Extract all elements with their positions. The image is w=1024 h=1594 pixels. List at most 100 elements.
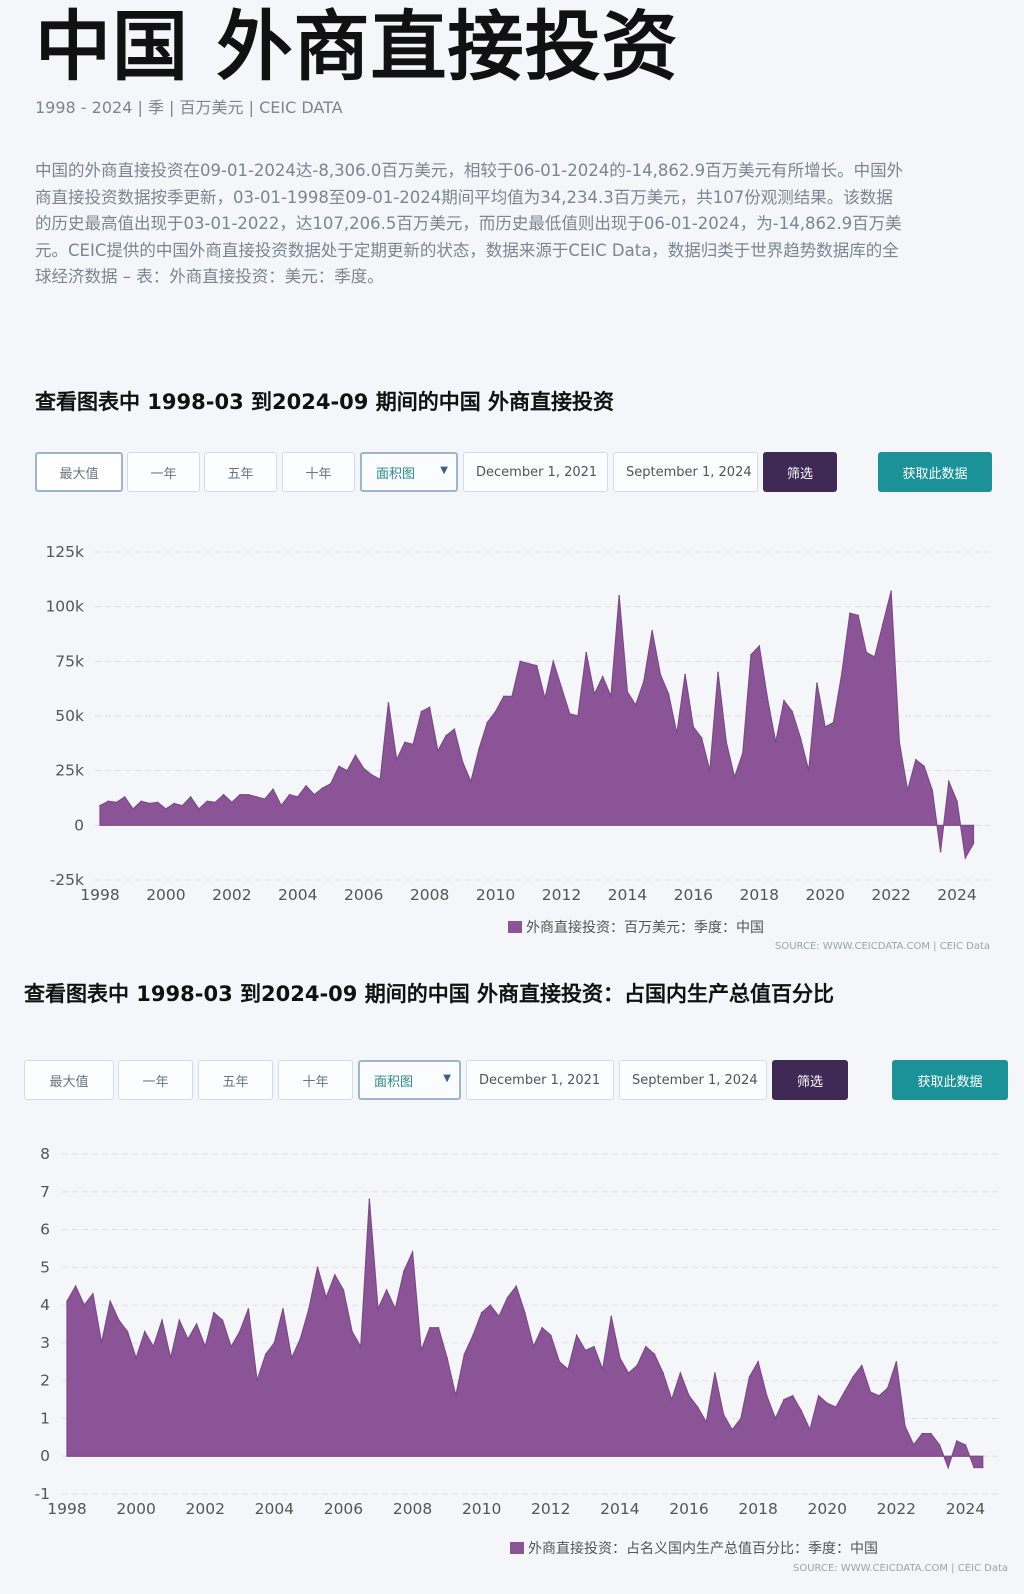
data-point — [156, 801, 159, 804]
chart2-range-max-button[interactable]: 最大值 — [24, 1060, 114, 1100]
data-point — [169, 1357, 172, 1359]
data-point — [740, 1417, 742, 1420]
data-point — [636, 1364, 638, 1367]
chart1-range-max-button[interactable]: 最大值 — [35, 452, 123, 492]
data-point — [895, 1360, 898, 1363]
chart1-range-10y-button[interactable]: 十年 — [282, 452, 355, 492]
data-point — [214, 801, 217, 804]
data-point — [643, 680, 645, 682]
data-point — [74, 1285, 77, 1288]
data-point — [66, 1300, 68, 1303]
x-tick-label: 2014 — [608, 886, 647, 904]
x-tick-label: 2004 — [255, 1500, 294, 1518]
data-point — [717, 671, 719, 674]
data-point — [807, 769, 810, 772]
data-point — [420, 1349, 422, 1352]
data-point — [981, 1466, 984, 1469]
chart2-start-date-input[interactable]: December 1, 2021 — [466, 1060, 614, 1100]
y-tick-label: 6 — [40, 1221, 50, 1239]
data-point — [92, 1292, 94, 1295]
chart1-svg: 125k 100k 75k 50k 25k 0 -25k1998 2000 2002 2004 20… — [45, 543, 990, 952]
y-tick-label: 8 — [40, 1145, 50, 1163]
data-point — [684, 673, 686, 676]
data-point — [161, 1319, 163, 1322]
data-point — [939, 850, 942, 853]
data-point — [915, 758, 917, 761]
y-tick-label: -25k — [50, 871, 84, 889]
x-tick-label: 2016 — [674, 886, 713, 904]
data-point — [454, 1394, 457, 1397]
x-tick-label: 1998 — [80, 886, 119, 904]
data-point — [930, 1432, 932, 1435]
chart2-range-5y-button[interactable]: 五年 — [198, 1060, 273, 1100]
chart2-end-date-input[interactable]: September 1, 2024 — [619, 1060, 767, 1100]
chart2-range-1y-button[interactable]: 一年 — [118, 1060, 193, 1100]
data-point — [338, 765, 340, 768]
chart1-end-date-input[interactable]: September 1, 2024 — [613, 452, 758, 492]
x-tick-label: 2006 — [324, 1500, 363, 1518]
data-point — [463, 1353, 466, 1356]
chart2-get-data-button[interactable]: 获取此数据 — [892, 1060, 1008, 1100]
data-point — [700, 737, 703, 739]
data-point — [437, 1326, 440, 1329]
data-point — [132, 808, 134, 810]
x-tick-label: 2010 — [462, 1500, 501, 1518]
chart1-range-1y-button[interactable]: 一年 — [127, 452, 200, 492]
data-point — [653, 1353, 656, 1356]
chart1-controls: 最大值 一年 五年 十年 面积图 ▼ December 1, 2021 Sept… — [0, 452, 1024, 494]
data-point — [956, 800, 958, 803]
data-point — [766, 697, 769, 700]
data-point — [313, 793, 316, 796]
data-point — [354, 754, 357, 757]
y-tick-label: 50k — [55, 707, 84, 725]
data-point — [670, 1398, 673, 1401]
data-point — [799, 737, 802, 739]
data-point — [558, 1360, 561, 1363]
chart1-get-data-button[interactable]: 获取此数据 — [878, 452, 992, 492]
x-tick-label: 2000 — [146, 886, 185, 904]
data-point — [618, 594, 620, 597]
data-point — [231, 801, 233, 804]
y-tick-label: 0 — [74, 816, 84, 834]
data-point — [634, 704, 637, 706]
data-point — [99, 804, 101, 807]
data-point — [371, 774, 373, 776]
x-tick-label: 2014 — [600, 1500, 639, 1518]
legend-label: 外商直接投资：占名义国内生产总值百分比：季度：中国 — [528, 1540, 878, 1557]
chart2-chart-type-label: 面积图 — [374, 1074, 414, 1090]
data-point — [972, 842, 975, 845]
data-point — [321, 787, 324, 789]
chart1-range-5y-button[interactable]: 五年 — [204, 452, 277, 492]
data-point — [351, 1330, 353, 1333]
data-point — [651, 629, 653, 632]
data-point — [377, 1308, 379, 1310]
data-point — [824, 726, 826, 728]
data-point — [288, 793, 291, 796]
data-point — [886, 1387, 889, 1390]
data-point — [428, 706, 431, 709]
data-point — [731, 1428, 733, 1431]
legend-label: 外商直接投资：百万美元：季度：中国 — [526, 919, 764, 936]
data-point — [852, 1376, 854, 1378]
chart1-start-date-input[interactable]: December 1, 2021 — [463, 452, 608, 492]
data-point — [964, 1444, 967, 1446]
data-point — [627, 1372, 630, 1374]
x-tick-label: 2004 — [278, 886, 317, 904]
chart2-range-10y-button[interactable]: 十年 — [278, 1060, 353, 1100]
data-point — [890, 590, 892, 593]
data-point — [816, 682, 818, 684]
chart2-chart-type-select[interactable]: 面积图 ▼ — [358, 1060, 461, 1100]
chart2-filter-button[interactable]: 筛选 — [772, 1060, 848, 1100]
chart1-filter-button[interactable]: 筛选 — [763, 452, 837, 492]
data-point — [577, 715, 579, 717]
data-point — [809, 1428, 811, 1431]
y-tick-label: 25k — [55, 762, 84, 780]
data-point — [750, 653, 752, 656]
description-text: 中国的外商直接投资在09-01-2024达-8,306.0百万美元，相较于06-… — [35, 161, 904, 286]
data-point — [140, 800, 143, 803]
data-point — [947, 1466, 949, 1469]
chart2-svg: 876543210-11998 2000 2002 2004 2006 2008 2010 2… — [35, 1145, 1008, 1574]
data-point — [290, 1357, 293, 1359]
data-point — [688, 1394, 690, 1397]
chart1-chart-type-select[interactable]: 面积图 ▼ — [360, 452, 458, 492]
